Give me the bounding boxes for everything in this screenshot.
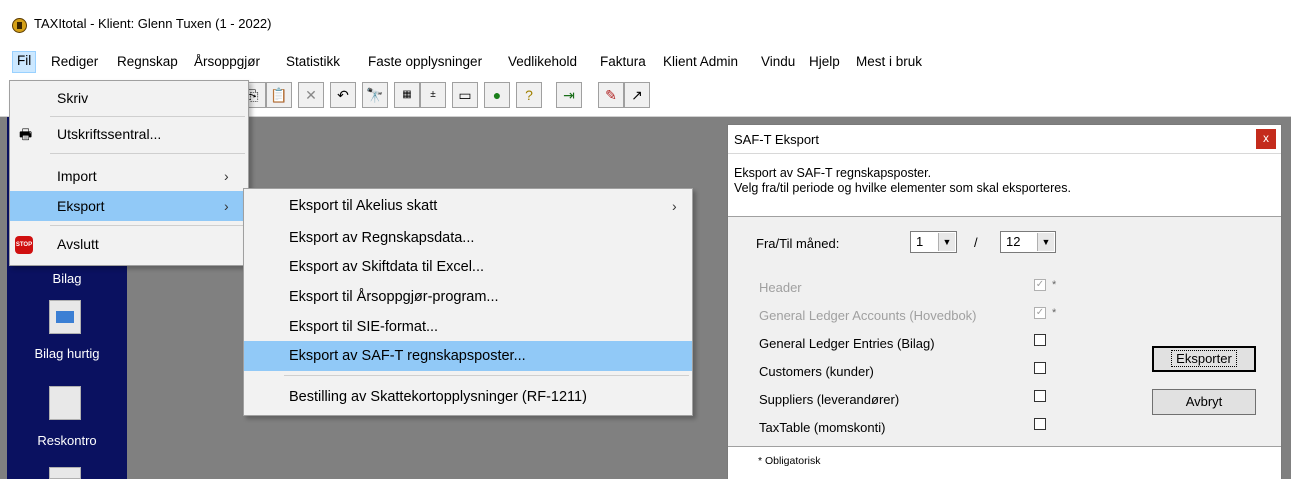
sidebar-next-icon[interactable] [49, 467, 81, 479]
element-label-customers: Customers (kunder) [759, 364, 874, 379]
title-bar: TAXItotal - Klient: Glenn Tuxen (1 - 202… [0, 0, 1291, 46]
sidebar-item-reskontro[interactable]: Reskontro [7, 433, 127, 448]
period-separator: / [974, 235, 978, 250]
menu-faste-opplysninger[interactable]: Faste opplysninger [364, 52, 486, 72]
bilag-hurtig-icon[interactable] [49, 300, 81, 334]
menu-item-skriv[interactable]: Skriv [10, 83, 248, 113]
required-marker: * [1052, 307, 1057, 319]
element-label-taxtable: TaxTable (momskonti) [759, 420, 886, 435]
element-label-suppliers: Suppliers (leverandører) [759, 392, 900, 407]
delete-icon[interactable]: ✕ [298, 82, 324, 108]
checkbox-suppliers[interactable] [1034, 390, 1046, 402]
calculator-icon[interactable]: ± [420, 82, 446, 108]
checkbox-gl-accounts: ✓ [1034, 307, 1046, 319]
menu-item-regnskapsdata[interactable]: Eksport av Regnskapsdata... [244, 223, 692, 253]
dialog-footer: * Obligatorisk [728, 446, 1281, 479]
menu-regnskap[interactable]: Regnskap [113, 52, 182, 72]
menu-item-avslutt[interactable]: STOP Avslutt [10, 229, 248, 259]
reskontro-icon[interactable] [49, 386, 81, 420]
menu-separator [50, 116, 245, 117]
sidebar-item-bilag-hurtig[interactable]: Bilag hurtig [7, 346, 127, 361]
menu-item-eksport[interactable]: Eksport › [10, 191, 248, 221]
chevron-right-icon: › [224, 168, 229, 184]
dialog-title-bar: SAF-T Eksport x [728, 125, 1281, 154]
menu-item-skiftdata[interactable]: Eksport av Skiftdata til Excel... [244, 252, 692, 282]
arrow-icon [56, 311, 74, 323]
exit-door-icon[interactable]: ⇥ [556, 82, 582, 108]
description-line-2: Velg fra/til periode og hvilke elementer… [734, 181, 1071, 195]
period-label: Fra/Til måned: [756, 236, 840, 251]
globe-icon[interactable]: ● [484, 82, 510, 108]
tools-icon[interactable]: ✎ [598, 82, 624, 108]
fil-menu: Skriv 🖶 Utskriftssentral... Import › Eks… [9, 80, 249, 266]
element-label-header: Header [759, 280, 802, 295]
menu-rediger[interactable]: Rediger [47, 52, 102, 72]
eksport-submenu: Eksport til Akelius skatt › Eksport av R… [243, 188, 693, 416]
sidebar-item-bilag[interactable]: Bilag [7, 271, 127, 286]
menu-item-saf-t[interactable]: Eksport av SAF-T regnskapsposter... [244, 341, 692, 371]
chevron-right-icon: › [224, 198, 229, 214]
menu-separator [50, 153, 245, 154]
window-title: TAXItotal - Klient: Glenn Tuxen (1 - 202… [34, 16, 272, 31]
menu-item-arsoppgjor-program[interactable]: Eksport til Årsoppgjør-program... [244, 282, 692, 312]
find-icon[interactable]: 🔭 [362, 82, 388, 108]
menu-item-skattekort[interactable]: Bestilling av Skattekortopplysninger (RF… [244, 382, 692, 412]
undo-icon[interactable]: ↶ [330, 82, 356, 108]
checkbox-header: ✓ [1034, 279, 1046, 291]
menu-item-utskriftssentral[interactable]: 🖶 Utskriftssentral... [10, 119, 248, 149]
close-icon[interactable]: x [1256, 129, 1276, 149]
menu-hjelp[interactable]: Hjelp [805, 52, 844, 72]
menu-item-import[interactable]: Import › [10, 161, 248, 191]
to-month-select[interactable]: 12 ▼ [1000, 231, 1056, 253]
chevron-right-icon: › [672, 198, 677, 214]
menu-separator [284, 375, 689, 376]
help-icon[interactable]: ? [516, 82, 542, 108]
menu-item-sie-format[interactable]: Eksport til SIE-format... [244, 312, 692, 342]
menu-statistikk[interactable]: Statistikk [282, 52, 344, 72]
saf-t-export-dialog: SAF-T Eksport x Eksport av SAF-T regnska… [727, 124, 1282, 479]
menu-separator [50, 225, 245, 226]
menu-vedlikehold[interactable]: Vedlikehold [504, 52, 581, 72]
menu-klient-admin[interactable]: Klient Admin [659, 52, 742, 72]
eksporter-button[interactable]: Eksporter [1152, 346, 1256, 372]
menu-item-akelius[interactable]: Eksport til Akelius skatt › [244, 191, 692, 221]
avbryt-button[interactable]: Avbryt [1152, 389, 1256, 415]
required-footnote: * Obligatorisk [758, 455, 821, 467]
menu-arsoppgjor[interactable]: Årsoppgjør [190, 52, 264, 72]
dialog-title: SAF-T Eksport [734, 132, 820, 147]
app-logo-icon [12, 18, 27, 33]
calendar-icon[interactable]: ▦ [394, 82, 420, 108]
paste-icon[interactable]: 📋 [266, 82, 292, 108]
element-label-gl-entries: General Ledger Entries (Bilag) [759, 336, 935, 351]
dialog-description: Eksport av SAF-T regnskapsposter. Velg f… [728, 154, 1281, 217]
menu-mest-i-bruk[interactable]: Mest i bruk [852, 52, 926, 72]
forward-arrow-icon[interactable]: ↗ [624, 82, 650, 108]
description-line-1: Eksport av SAF-T regnskapsposter. [734, 166, 932, 180]
checkbox-taxtable[interactable] [1034, 418, 1046, 430]
checkbox-gl-entries[interactable] [1034, 334, 1046, 346]
checkbox-customers[interactable] [1034, 362, 1046, 374]
menu-faktura[interactable]: Faktura [596, 52, 650, 72]
card-icon[interactable]: ▭ [452, 82, 478, 108]
element-label-gl-accounts: General Ledger Accounts (Hovedbok) [759, 308, 977, 323]
menu-bar: Fil Rediger Regnskap Årsoppgjør Statisti… [0, 48, 1291, 76]
printer-icon: 🖶 [19, 126, 33, 142]
stop-sign-icon: STOP [15, 236, 33, 254]
chevron-down-icon: ▼ [1037, 233, 1054, 251]
menu-fil[interactable]: Fil [12, 51, 37, 73]
chevron-down-icon: ▼ [938, 233, 955, 251]
required-marker: * [1052, 279, 1057, 291]
menu-vindu[interactable]: Vindu [757, 52, 799, 72]
from-month-select[interactable]: 1 ▼ [910, 231, 957, 253]
